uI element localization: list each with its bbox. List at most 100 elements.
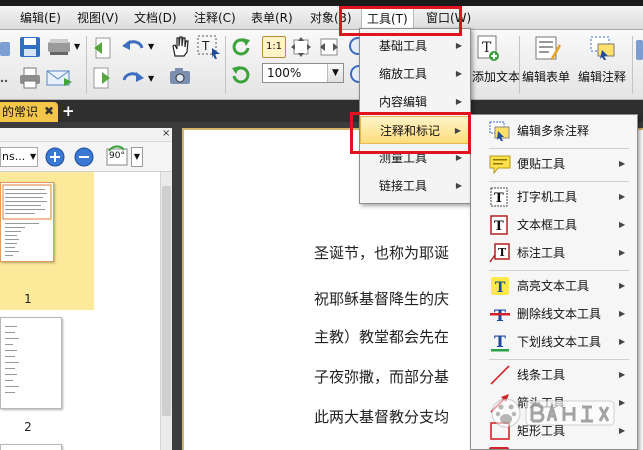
page-thumbnails-panel: × ns... ▼ 90° ▼ 1 2 [0,128,172,450]
menu-item-label: 缩放工具 [379,67,428,81]
redo-icon[interactable] [120,68,146,90]
page-number-2: 2 [24,420,32,434]
partial-toolbar-icon[interactable] [0,42,10,56]
tools-menu-content-editing[interactable]: 内容编辑 ▶ [360,88,470,116]
save-icon[interactable] [18,35,42,59]
submenu-underline-text-tool[interactable]: T 下划线文本工具 ▶ [471,328,637,356]
chevron-down-icon[interactable]: ▼ [327,64,343,82]
submenu-strikeout-text-tool[interactable]: T 删除线文本工具 ▶ [471,300,637,328]
submenu-edit-multiple-annotations[interactable]: 编辑多条注释 [471,117,637,145]
add-text-label[interactable]: 添加文本 [472,68,520,85]
chevron-down-icon[interactable]: ▼ [30,152,36,161]
submenu-item-label: 删除线文本工具 [517,307,602,321]
zoom-level-value: 100% [267,66,302,80]
rotate-thumbnail-icon[interactable]: 90° [104,145,130,169]
edit-annotation-label[interactable]: 编辑注释 [578,68,626,85]
svg-text:T: T [494,332,506,351]
undo-dropdown-icon[interactable]: ▼ [148,42,156,51]
menu-comment[interactable]: 注释(C) [194,6,236,30]
undo-icon[interactable] [120,36,146,58]
submenu-arrow-tool[interactable]: 箭头工具 ▶ [471,389,637,417]
svg-text:T: T [495,280,506,296]
underline-text-icon: T [489,332,511,352]
menu-bar: 编辑(E) 视图(V) 文档(D) 注释(C) 表单(R) 对象(B) 工具(T… [0,6,643,30]
chevron-right-icon: ▶ [619,248,626,257]
document-text-line: 子夜弥撒，而部分基 [314,368,450,386]
redo-dropdown-icon[interactable]: ▼ [148,74,156,83]
submenu-sticky-note-tool[interactable]: 便贴工具 ▶ [471,150,637,178]
page-thumbnail-2[interactable] [0,317,62,409]
edit-annotation-icon[interactable] [588,34,616,62]
thumbnail-scrollbar[interactable] [160,172,172,450]
reduce-thumbnails-icon[interactable] [74,147,94,167]
zoom-level-select[interactable]: 100% ▼ [262,63,344,83]
submenu-item-label: 文本框工具 [517,218,578,232]
hand-tool-icon[interactable] [168,34,192,58]
previous-page-icon[interactable] [92,36,112,60]
close-icon[interactable]: ✖ [44,104,56,118]
chevron-right-icon: ▶ [619,159,626,168]
menu-view[interactable]: 视图(V) [77,6,119,30]
add-tab-icon[interactable]: + [62,104,76,119]
arrow-tool-icon [489,393,511,413]
fit-page-icon[interactable] [290,36,312,58]
tools-menu-basic-tools[interactable]: 基础工具 ▶ [360,32,470,60]
select-text-icon[interactable]: T [196,34,222,60]
email-icon[interactable] [46,68,72,88]
actual-size-button[interactable]: 1:1 [262,36,286,58]
next-page-icon[interactable] [92,66,112,90]
toolbar-separator [225,36,226,94]
document-tab[interactable]: 的常识 ✖ [0,102,58,122]
snapshot-icon[interactable] [168,66,192,86]
scanner-icon[interactable] [46,36,74,58]
zoom-in-partial-icon[interactable] [346,36,367,58]
tools-menu-comment-and-markup[interactable]: 注释和标记 ▶ [360,116,470,144]
submenu-item-label: 矩形工具 [517,424,566,438]
tools-menu-dropdown: 基础工具 ▶ 缩放工具 ▶ 内容编辑 ▶ 注释和标记 ▶ 测量工具 ▶ 链接工具 ▶ [359,28,471,204]
menu-item-label: 链接工具 [379,179,428,193]
comment-and-markup-submenu: 编辑多条注释 便贴工具 ▶ T 打字机工具 ▶ T 文本框工具 ▶ T 标注工具… [470,114,638,450]
menu-form[interactable]: 表单(R) [251,6,293,30]
scanner-dropdown-icon[interactable]: ▼ [74,42,82,51]
submenu-item-label: 标注工具 [517,246,566,260]
tools-menu-zoom-tools[interactable]: 缩放工具 ▶ [360,60,470,88]
print-icon[interactable] [18,66,42,90]
rotate-clockwise-icon[interactable] [230,36,252,58]
partial-toolbar-icon[interactable] [636,40,643,60]
chevron-right-icon: ▶ [455,181,462,190]
menu-object[interactable]: 对象(B) [310,6,352,30]
page-thumbnail-1[interactable] [0,182,54,262]
menu-tools[interactable]: 工具(T) [361,6,414,30]
menu-edit[interactable]: 编辑(E) [20,6,61,30]
submenu-callout-tool[interactable]: T 标注工具 ▶ [471,239,637,267]
toolbar-separator [519,36,520,94]
chevron-down-icon[interactable]: ▼ [131,147,143,167]
line-tool-icon [489,365,511,385]
submenu-line-tool[interactable]: 线条工具 ▶ [471,361,637,389]
submenu-item-label: 编辑多条注释 [517,124,590,138]
rotate-counterclockwise-icon[interactable] [230,64,252,86]
edit-form-label[interactable]: 编辑表单 [522,68,570,85]
page-thumbnail-3[interactable] [0,444,62,450]
enlarge-thumbnails-icon[interactable] [45,147,65,167]
fit-width-icon[interactable] [318,36,340,58]
submenu-highlight-text-tool[interactable]: T 高亮文本工具 ▶ [471,272,637,300]
thumbnail-list[interactable]: 1 2 [0,172,160,450]
menu-separator [489,359,629,360]
chevron-right-icon: ▶ [455,153,462,162]
thumbnail-toolbar: ns... ▼ 90° ▼ [0,142,172,172]
submenu-rectangle-tool[interactable]: 矩形工具 ▶ [471,417,637,445]
add-text-icon[interactable]: T [476,34,500,62]
submenu-typewriter-tool[interactable]: T 打字机工具 ▶ [471,183,637,211]
close-icon[interactable]: × [162,128,170,139]
scrollbar-thumb[interactable] [162,186,171,416]
more-icon[interactable] [0,72,10,83]
edit-form-icon[interactable] [533,34,561,62]
menu-document[interactable]: 文档(D) [134,6,177,30]
tools-menu-link-tools[interactable]: 链接工具 ▶ [360,172,470,200]
tools-menu-measure-tools[interactable]: 测量工具 ▶ [360,144,470,172]
svg-text:T: T [494,219,504,234]
submenu-textbox-tool[interactable]: T 文本框工具 ▶ [471,211,637,239]
menu-window[interactable]: 窗口(W) [426,6,471,30]
edit-multiple-annotations-icon [489,121,511,141]
